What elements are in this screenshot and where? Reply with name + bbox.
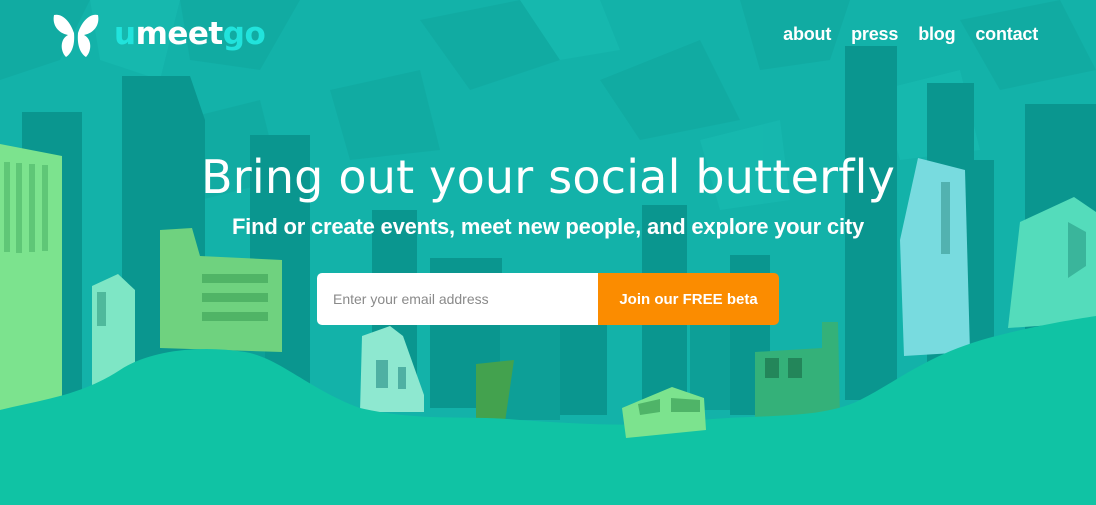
beta-signup-form: Join our FREE beta bbox=[317, 273, 779, 325]
nav-link-about[interactable]: about bbox=[783, 24, 831, 45]
butterfly-icon bbox=[53, 14, 99, 58]
hero-title: Bring out your social butterfly bbox=[200, 150, 896, 204]
email-input[interactable] bbox=[317, 273, 598, 325]
nav-link-press[interactable]: press bbox=[851, 24, 898, 45]
logo-middle: meet bbox=[135, 16, 224, 52]
main-nav: about press blog contact bbox=[783, 24, 1038, 45]
brand-logo[interactable]: umeetgo bbox=[52, 12, 266, 60]
logo-suffix: go bbox=[222, 16, 266, 52]
logo-prefix: u bbox=[114, 16, 136, 52]
logo-wordmark: umeetgo bbox=[114, 16, 266, 52]
nav-link-blog[interactable]: blog bbox=[918, 24, 955, 45]
hero-subtitle: Find or create events, meet new people, … bbox=[231, 214, 865, 239]
join-beta-button[interactable]: Join our FREE beta bbox=[598, 273, 779, 325]
nav-link-contact[interactable]: contact bbox=[975, 24, 1038, 45]
site-header: umeetgo about press blog contact bbox=[0, 0, 1096, 80]
